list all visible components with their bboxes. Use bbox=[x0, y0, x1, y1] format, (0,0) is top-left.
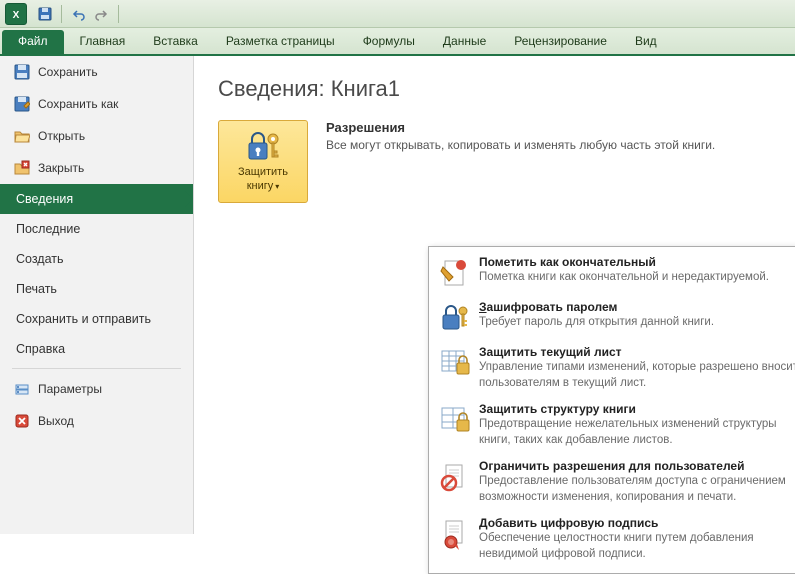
protect-sheet-icon bbox=[439, 347, 471, 379]
save-qat-icon[interactable] bbox=[34, 3, 56, 25]
tab-formulas[interactable]: Формулы bbox=[349, 28, 429, 54]
sidebar-item-label: Сохранить bbox=[38, 65, 98, 79]
sidebar-item-info[interactable]: Сведения bbox=[0, 184, 193, 214]
dd-item-desc: Предотвращение нежелательных изменений с… bbox=[479, 417, 795, 448]
dd-item-title: Защитить структуру книги bbox=[479, 402, 795, 416]
sidebar-item-close[interactable]: Закрыть bbox=[0, 152, 193, 184]
sidebar-item-share[interactable]: Сохранить и отправить bbox=[0, 304, 193, 334]
sidebar-item-open[interactable]: Открыть bbox=[0, 120, 193, 152]
dd-item-title: Добавить цифровую подпись bbox=[479, 516, 795, 530]
restrict-icon bbox=[439, 461, 471, 493]
title-bar: X bbox=[0, 0, 795, 28]
sidebar-separator bbox=[12, 368, 181, 369]
backstage-sidebar: Сохранить Сохранить как Открыть Закрыть … bbox=[0, 56, 194, 534]
sidebar-item-label: Сохранить и отправить bbox=[16, 312, 151, 326]
redo-icon[interactable] bbox=[91, 3, 113, 25]
tab-home[interactable]: Главная bbox=[66, 28, 140, 54]
encrypt-icon bbox=[439, 302, 471, 334]
save-icon bbox=[14, 64, 30, 80]
permissions-heading: Разрешения bbox=[326, 120, 715, 135]
dd-item-desc: Управление типами изменений, которые раз… bbox=[479, 360, 795, 391]
sidebar-item-label: Параметры bbox=[38, 382, 102, 396]
ribbon: Файл Главная Вставка Разметка страницы Ф… bbox=[0, 28, 795, 56]
dd-protect-structure[interactable]: Защитить структуру книгиПредотвращение н… bbox=[431, 398, 795, 455]
sidebar-item-new[interactable]: Создать bbox=[0, 244, 193, 274]
sidebar-item-exit[interactable]: Выход bbox=[0, 405, 193, 437]
qat-separator bbox=[61, 5, 62, 23]
permissions-section: Защитить книгу▾ Разрешения Все могут отк… bbox=[218, 120, 771, 203]
protect-structure-icon bbox=[439, 404, 471, 436]
sidebar-item-help[interactable]: Справка bbox=[0, 334, 193, 364]
dd-item-desc: Предоставление пользователям доступа с о… bbox=[479, 474, 795, 505]
lock-key-icon bbox=[243, 129, 283, 163]
chevron-down-icon: ▾ bbox=[275, 182, 279, 191]
tab-review[interactable]: Рецензирование bbox=[500, 28, 621, 54]
tab-insert[interactable]: Вставка bbox=[139, 28, 212, 54]
dd-item-desc: Требует пароль для открытия данной книги… bbox=[479, 315, 714, 331]
sidebar-item-save[interactable]: Сохранить bbox=[0, 56, 193, 88]
dd-item-title: Защитить текущий лист bbox=[479, 345, 795, 359]
permissions-description: Все могут открывать, копировать и изменя… bbox=[326, 138, 715, 152]
sidebar-item-options[interactable]: Параметры bbox=[0, 373, 193, 405]
sidebar-item-label: Печать bbox=[16, 282, 57, 296]
tab-file[interactable]: Файл bbox=[2, 30, 64, 54]
sidebar-item-label: Открыть bbox=[38, 129, 85, 143]
undo-icon[interactable] bbox=[67, 3, 89, 25]
options-icon bbox=[14, 381, 30, 397]
dd-item-title: Зашифровать паролем bbox=[479, 300, 714, 314]
dd-item-desc: Пометка книги как окончательной и нереда… bbox=[479, 270, 769, 286]
sidebar-item-label: Выход bbox=[38, 414, 74, 428]
signature-icon bbox=[439, 518, 471, 550]
dd-mark-final[interactable]: Пометить как окончательныйПометка книги … bbox=[431, 251, 795, 296]
dd-restrict-permissions[interactable]: Ограничить разрешения для пользователей … bbox=[431, 455, 795, 512]
dd-digital-signature[interactable]: Добавить цифровую подписьОбеспечение цел… bbox=[431, 512, 795, 569]
sidebar-item-label: Справка bbox=[16, 342, 65, 356]
sidebar-item-label: Сведения bbox=[16, 192, 73, 206]
sidebar-item-label: Создать bbox=[16, 252, 64, 266]
tab-view[interactable]: Вид bbox=[621, 28, 671, 54]
page-title: Сведения: Книга1 bbox=[218, 76, 771, 102]
protect-button-label: Защитить книгу▾ bbox=[225, 165, 301, 194]
protect-dropdown-menu: Пометить как окончательныйПометка книги … bbox=[428, 246, 795, 574]
app-icon[interactable]: X bbox=[5, 3, 27, 25]
open-icon bbox=[14, 128, 30, 144]
svg-text:X: X bbox=[13, 10, 20, 21]
sidebar-item-label: Закрыть bbox=[38, 161, 84, 175]
protect-workbook-button[interactable]: Защитить книгу▾ bbox=[218, 120, 308, 203]
sidebar-item-save-as[interactable]: Сохранить как bbox=[0, 88, 193, 120]
dd-item-desc: Обеспечение целостности книги путем доба… bbox=[479, 531, 795, 562]
qat-separator bbox=[118, 5, 119, 23]
dd-item-title: Пометить как окончательный bbox=[479, 255, 769, 269]
sidebar-item-label: Сохранить как bbox=[38, 97, 118, 111]
sidebar-item-recent[interactable]: Последние bbox=[0, 214, 193, 244]
dd-encrypt-password[interactable]: Зашифровать паролемТребует пароль для от… bbox=[431, 296, 795, 341]
dd-protect-sheet[interactable]: Защитить текущий листУправление типами и… bbox=[431, 341, 795, 398]
backstage-content: Сведения: Книга1 Защитить книгу▾ bbox=[194, 56, 795, 534]
tab-data[interactable]: Данные bbox=[429, 28, 500, 54]
exit-icon bbox=[14, 413, 30, 429]
close-icon bbox=[14, 160, 30, 176]
sidebar-item-label: Последние bbox=[16, 222, 80, 236]
save-as-icon bbox=[14, 96, 30, 112]
tab-pagelayout[interactable]: Разметка страницы bbox=[212, 28, 349, 54]
sidebar-item-print[interactable]: Печать bbox=[0, 274, 193, 304]
dd-item-title: Ограничить разрешения для пользователей … bbox=[479, 459, 795, 473]
mark-final-icon bbox=[439, 257, 471, 289]
